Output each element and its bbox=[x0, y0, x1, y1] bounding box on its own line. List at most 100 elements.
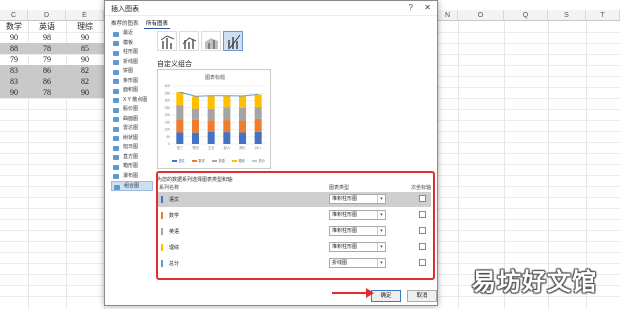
bar-segment bbox=[191, 96, 200, 109]
combo-subtype-custom[interactable] bbox=[223, 31, 243, 51]
sheet-cell[interactable]: 90 bbox=[66, 32, 104, 43]
bar-segment bbox=[207, 131, 215, 144]
y-tick-label: 350 bbox=[165, 91, 171, 95]
bar-segment bbox=[176, 132, 184, 144]
y-tick-label: 150 bbox=[165, 120, 171, 124]
tab-recommended[interactable]: 推荐的图表 bbox=[109, 18, 141, 28]
chart-type-surface[interactable]: 曲面图 bbox=[111, 115, 153, 125]
chart-type-label: 组合图 bbox=[124, 183, 140, 189]
chart-type-label: 最近 bbox=[123, 30, 134, 36]
section-title: 自定义组合 bbox=[157, 61, 192, 68]
chart-type-label: 树状图 bbox=[123, 134, 139, 141]
combo-chart-icon bbox=[182, 37, 197, 49]
sheet-cell[interactable]: 90 bbox=[66, 87, 104, 98]
x-tick-label: 赵六 bbox=[224, 145, 231, 150]
column-header[interactable]: Q bbox=[504, 10, 548, 21]
sheet-cell[interactable]: 理综 bbox=[66, 21, 104, 32]
legend-swatch bbox=[172, 160, 177, 162]
sheet-cell[interactable]: 86 bbox=[28, 76, 66, 87]
treemap-chart-icon bbox=[113, 136, 119, 141]
chart-type-label: 箱形图 bbox=[123, 163, 139, 169]
column-header[interactable]: O bbox=[458, 10, 504, 21]
sheet-cell[interactable]: 85 bbox=[66, 43, 104, 54]
column-header[interactable]: T bbox=[586, 10, 620, 21]
chart-type-boxplot[interactable]: 箱形图 bbox=[111, 162, 153, 172]
surface-chart-icon bbox=[113, 117, 119, 122]
chart-type-column[interactable]: 柱形图 bbox=[111, 48, 153, 58]
close-button[interactable]: ✕ bbox=[424, 3, 431, 12]
combo-subtype-area-column[interactable] bbox=[201, 31, 221, 51]
chart-type-sunburst[interactable]: 旭日图 bbox=[111, 143, 153, 153]
histogram-chart-icon bbox=[113, 155, 119, 160]
bar-segment bbox=[176, 105, 184, 120]
column-header[interactable]: D bbox=[28, 10, 66, 21]
legend-label: 理综 bbox=[239, 158, 246, 163]
chart-type-waterfall[interactable]: 瀑布图 bbox=[111, 172, 153, 182]
sheet-cell[interactable]: 90 bbox=[66, 54, 104, 65]
sheet-cell[interactable]: 英语 bbox=[28, 21, 66, 32]
column-header[interactable]: E bbox=[66, 10, 104, 21]
cancel-button[interactable]: 取消 bbox=[407, 290, 437, 302]
column-header[interactable]: S bbox=[548, 10, 586, 21]
pointer-arrow-head bbox=[366, 288, 374, 298]
stock-chart-icon bbox=[113, 107, 119, 113]
combo-chart-icon bbox=[205, 38, 218, 49]
chart-type-stock[interactable]: 股价图 bbox=[111, 105, 153, 115]
sheet-cell[interactable]: 79 bbox=[28, 54, 66, 65]
sheet-cell[interactable]: 83 bbox=[0, 65, 28, 76]
chart-type-label: 面积图 bbox=[123, 87, 139, 93]
area-chart-icon bbox=[113, 88, 119, 94]
chart-type-template[interactable]: 模板 bbox=[111, 39, 153, 49]
sunburst-chart-icon bbox=[113, 145, 119, 151]
bar-segment bbox=[176, 119, 184, 133]
bar-segment bbox=[191, 119, 200, 133]
scatter-chart-icon bbox=[113, 98, 119, 103]
bar-segment bbox=[176, 92, 184, 106]
sheet-cell[interactable]: 82 bbox=[66, 65, 104, 76]
chart-type-recent[interactable]: 最近 bbox=[111, 29, 153, 39]
bar-segment bbox=[238, 120, 247, 133]
boxplot-chart-icon bbox=[113, 164, 119, 170]
sheet-cell[interactable]: 90 bbox=[0, 32, 28, 43]
chart-type-bar[interactable]: 条形图 bbox=[111, 77, 153, 87]
help-button[interactable]: ? bbox=[409, 3, 413, 12]
chart-type-line[interactable]: 折线图 bbox=[111, 58, 153, 68]
column-header[interactable]: N bbox=[438, 10, 458, 21]
sheet-cell[interactable]: 78 bbox=[28, 87, 66, 98]
ok-button[interactable]: 确定 bbox=[371, 290, 401, 302]
sheet-cell[interactable]: 88 bbox=[0, 43, 28, 54]
chart-type-histogram[interactable]: 直方图 bbox=[111, 153, 153, 163]
combo-subtype-clustered-line-secondary[interactable] bbox=[179, 31, 199, 51]
sheet-cell[interactable]: 78 bbox=[28, 43, 66, 54]
chart-type-scatter[interactable]: X Y 散点图 bbox=[111, 96, 153, 106]
legend-label: 英语 bbox=[219, 158, 226, 163]
sheet-cell[interactable]: 79 bbox=[0, 54, 28, 65]
y-tick-label: 300 bbox=[165, 99, 171, 103]
sheet-cell[interactable]: 数学 bbox=[0, 21, 28, 32]
combo-subtype-clustered-line[interactable] bbox=[157, 31, 177, 51]
bar-segment bbox=[223, 120, 231, 133]
chart-type-combo[interactable]: 组合图 bbox=[111, 181, 153, 191]
chart-type-radar[interactable]: 雷达图 bbox=[111, 124, 153, 134]
chart-type-label: X Y 散点图 bbox=[123, 96, 148, 103]
chart-type-area[interactable]: 面积图 bbox=[111, 86, 153, 96]
sheet-cell[interactable]: 82 bbox=[66, 76, 104, 87]
chart-type-treemap[interactable]: 树状图 bbox=[111, 134, 153, 144]
y-tick-label: 400 bbox=[165, 84, 171, 88]
bar-segment bbox=[191, 108, 200, 120]
bar-segment bbox=[223, 95, 231, 108]
chart-type-pie[interactable]: 饼图 bbox=[111, 67, 153, 77]
sheet-cell[interactable]: 83 bbox=[0, 76, 28, 87]
legend-label: 总分 bbox=[259, 158, 266, 163]
tab-all-charts[interactable]: 所有图表 bbox=[144, 18, 171, 29]
y-tick-label: 50 bbox=[166, 135, 170, 139]
sheet-cell[interactable]: 86 bbox=[28, 65, 66, 76]
column-header[interactable]: C bbox=[0, 10, 28, 21]
bar-segment bbox=[254, 118, 262, 132]
sheet-cell[interactable]: 98 bbox=[28, 32, 66, 43]
sheet-cell[interactable]: 90 bbox=[0, 87, 28, 98]
bar-segment bbox=[207, 108, 215, 121]
bar-segment bbox=[238, 96, 247, 108]
legend-swatch bbox=[212, 160, 217, 162]
pie-chart-icon bbox=[113, 69, 119, 75]
